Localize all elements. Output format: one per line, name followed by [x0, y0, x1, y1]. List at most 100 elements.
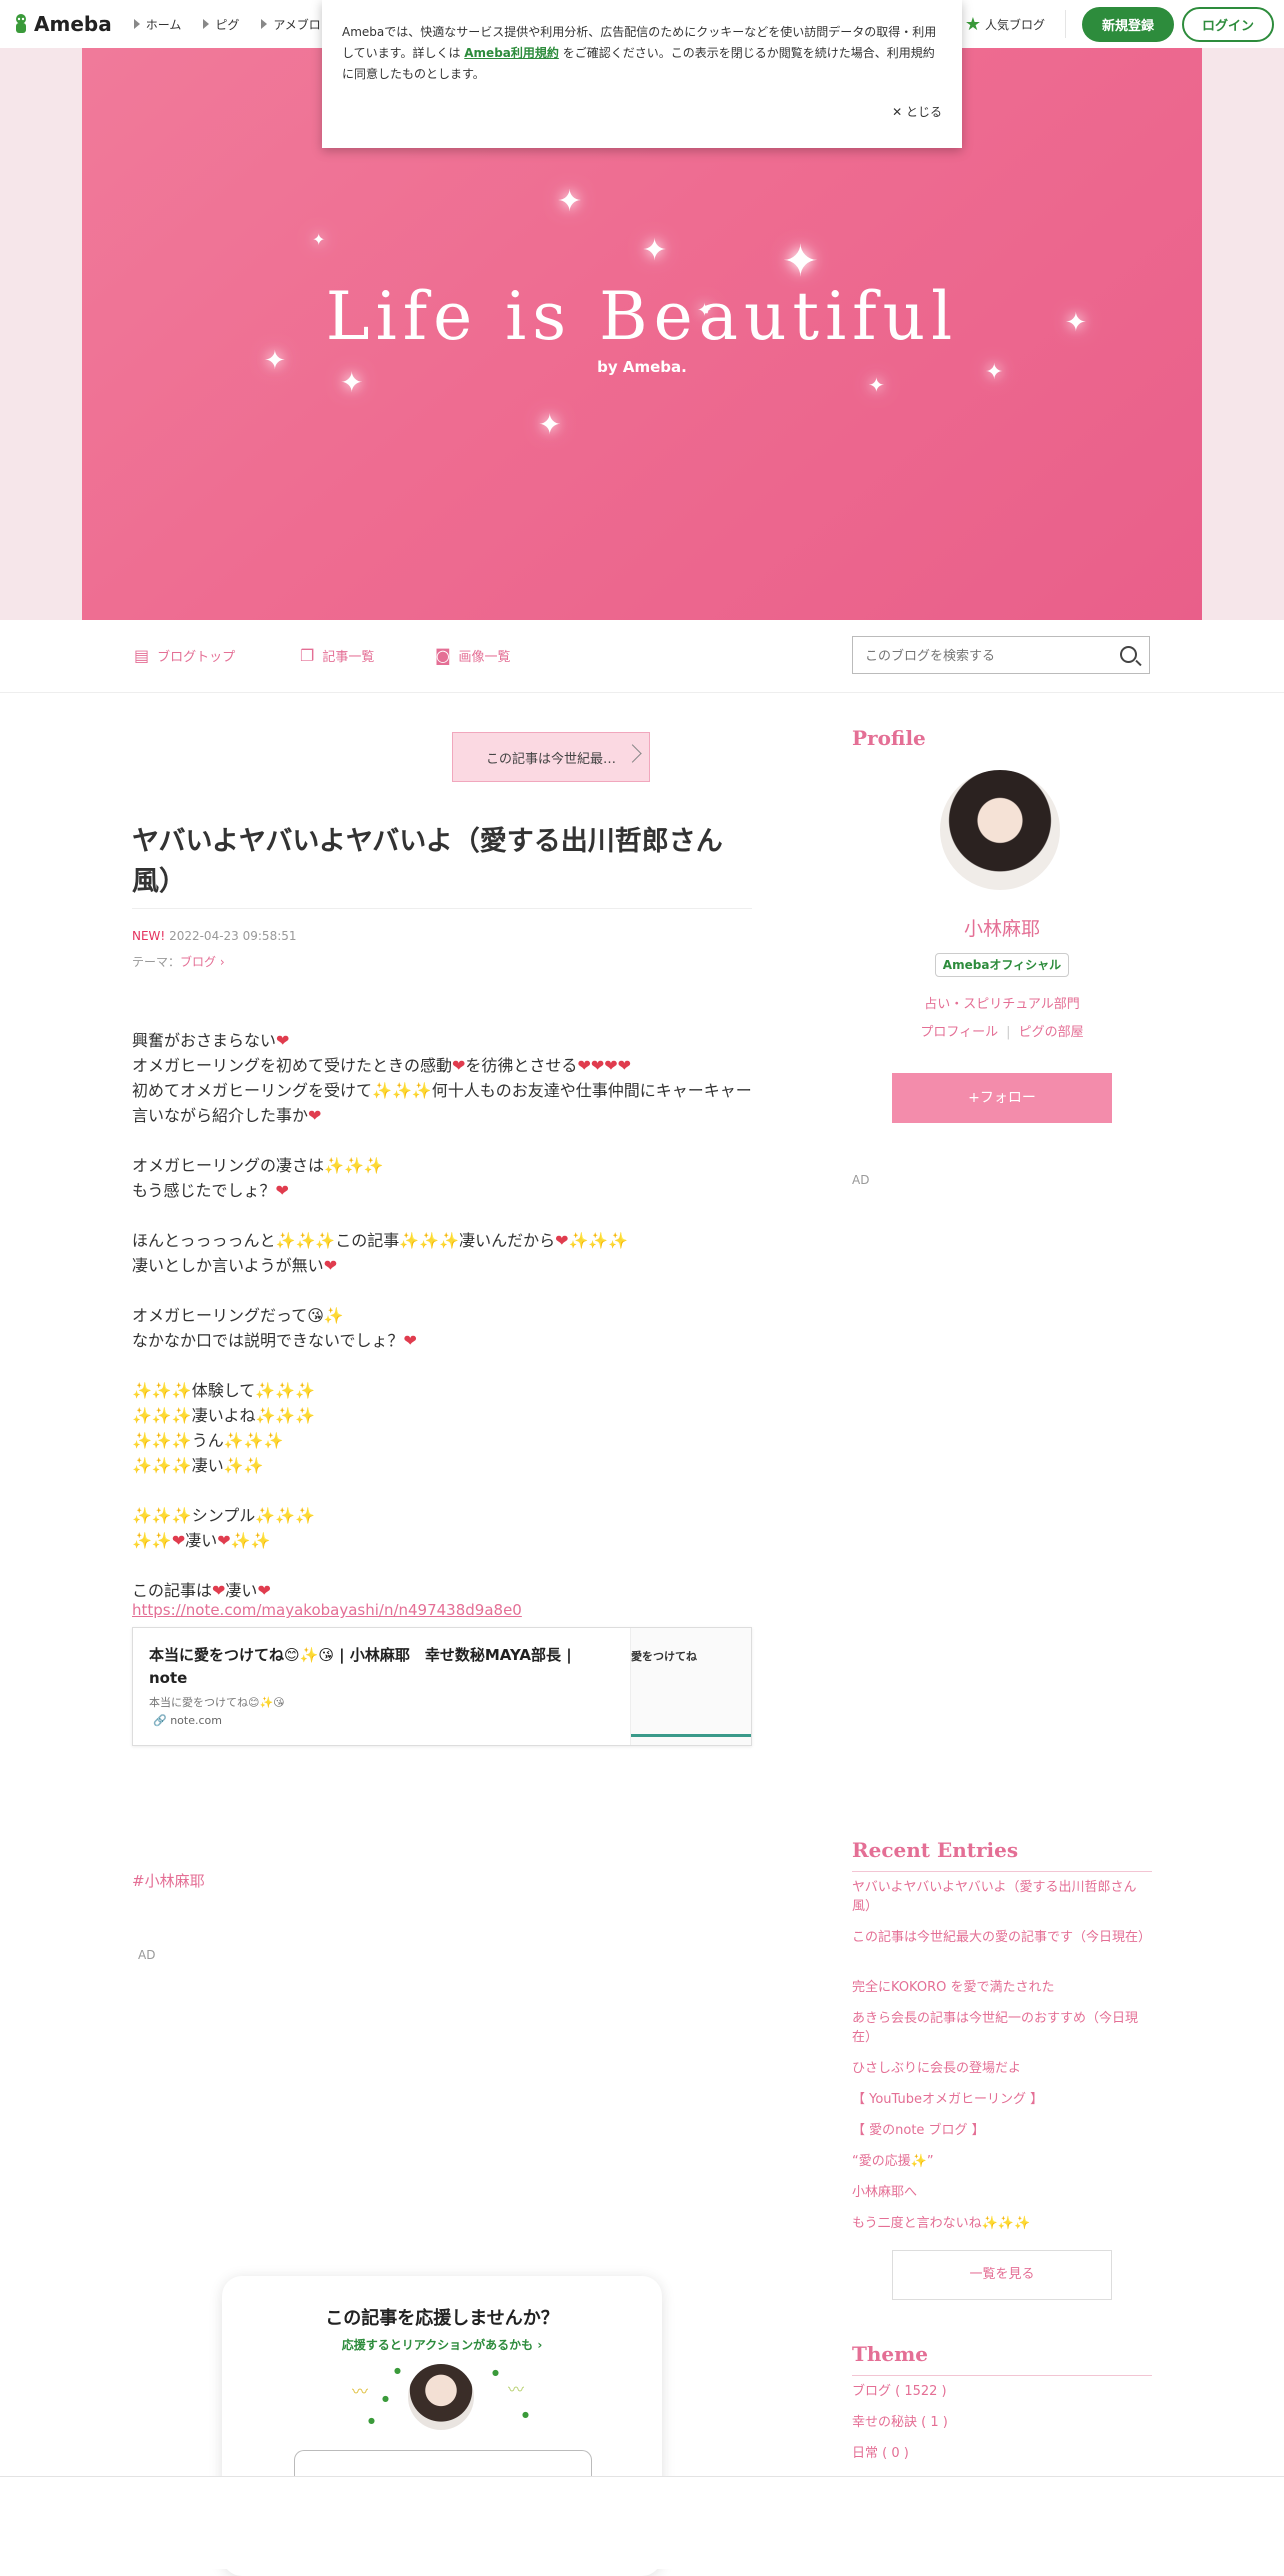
theme-link[interactable]: 日常 ( 0 ) [852, 2444, 1152, 2463]
profile-link[interactable]: プロフィール [920, 1025, 998, 1040]
body-line: 言いながら紹介した事か❤ [132, 1106, 322, 1125]
recent-entry-link[interactable]: 【 愛のnote ブログ 】 [852, 2121, 1152, 2140]
search-input[interactable] [863, 637, 1107, 675]
ameba-mascot-icon [16, 14, 26, 33]
ad-label: AD [852, 1173, 870, 1187]
image-list-link[interactable]: ◙ 画像一覧 [435, 646, 511, 665]
card-description: 本当に愛をつけてね😊✨😘 [149, 1696, 285, 1709]
nav-pigg[interactable]: ピグ [203, 16, 239, 33]
body-line: ✨✨❤凄い❤✨✨ [132, 1531, 271, 1550]
ameba-logo[interactable]: Ameba [12, 12, 112, 36]
confetti-icon: ● [368, 2416, 375, 2425]
link-icon: 🔗 [153, 1714, 167, 1727]
confetti-icon: ● [394, 2366, 401, 2375]
chevron-right-icon [261, 19, 268, 29]
divider [631, 1734, 751, 1737]
body-line: オメガヒーリングだって😘✨ [132, 1306, 344, 1325]
blog-top-link[interactable]: ▤ ブログトップ [134, 646, 235, 665]
blog-search [852, 636, 1150, 675]
popular-blog-link[interactable]: ★ 人気ブログ [965, 14, 1045, 35]
cookie-text: Amebaでは、快適なサービス提供や利用分析、広告配信のためにクッキーなどを使い… [342, 22, 938, 85]
recent-entry-link[interactable]: あきら会長の記事は今世紀一のおすすめ（今日現在） [852, 2009, 1152, 2047]
star-icon: ★ [964, 13, 981, 35]
cookie-banner: Amebaでは、快適なサービス提供や利用分析、広告配信のためにクッキーなどを使い… [322, 0, 962, 148]
body-line: ✨✨✨凄い✨✨ [132, 1456, 264, 1475]
recent-entry-link[interactable]: ヤバいよヤバいよヤバいよ（愛する出川哲郎さん風） [852, 1878, 1152, 1916]
recent-entry-link[interactable]: この記事は今世紀最大の愛の記事です（今日現在） [852, 1928, 1152, 1947]
body-line: 凄いとしか言いようが無い❤ [132, 1256, 338, 1275]
divider: | [1006, 1025, 1011, 1040]
theme-heading: Theme [852, 2342, 929, 2366]
body-line: オメガヒーリングの凄さは✨✨✨ [132, 1156, 384, 1175]
search-icon[interactable] [1120, 646, 1137, 663]
profile-links: プロフィール | ピグの部屋 [852, 1021, 1152, 1040]
recent-entry-link[interactable]: 完全にKOKORO を愛で満たされた [852, 1978, 1152, 1997]
new-badge: NEW! [132, 929, 166, 943]
card-thumb-text: 愛をつけてね [631, 1650, 697, 1663]
body-line: この記事は❤凄い❤ [132, 1581, 271, 1600]
support-heading: この記事を応援しませんか？ [325, 2308, 559, 2329]
theme-link[interactable]: ブログ [180, 955, 216, 969]
link-card[interactable]: 本当に愛をつけてね😊✨😘 | 小林麻耶 幸せ数秘MAYA部長 | note 本当… [132, 1627, 752, 1746]
cookie-close-label: とじる [905, 105, 942, 119]
bottom-bar [0, 2476, 1284, 2569]
blog-top-label: ブログトップ [157, 650, 236, 665]
image-list-label: 画像一覧 [458, 650, 511, 665]
confetti-icon: ● [522, 2410, 529, 2419]
camera-icon: ◙ [435, 646, 451, 665]
body-line: ✨✨✨体験して✨✨✨ [132, 1381, 316, 1400]
login-button[interactable]: ログイン [1181, 6, 1274, 42]
register-button[interactable]: 新規登録 [1081, 6, 1174, 42]
theme-link[interactable]: ブログ ( 1522 ) [852, 2382, 1152, 2401]
sparkle-icon: ✦ [642, 233, 668, 268]
sparkle-icon: ✦ [557, 184, 583, 219]
theme-link[interactable]: 幸せの秘訣 ( 1 ) [852, 2413, 1152, 2432]
article-body: 興奮がおさまらない❤ オメガヒーリングを初めて受けたときの感動❤を彷彿とさせる❤… [132, 1028, 760, 1603]
avatar [408, 2364, 474, 2430]
body-line: 興奮がおさまらない❤ [132, 1031, 290, 1050]
support-sub-link[interactable]: 応援するとリアクションがあるかも › [222, 2336, 662, 2353]
body-line: なかなか口では説明できないでしょ？❤ [132, 1331, 417, 1350]
card-site-label: note.com [170, 1714, 222, 1727]
chevron-right-icon [133, 19, 140, 29]
article-theme: テーマ：ブログ › [132, 953, 225, 970]
divider [1064, 10, 1066, 38]
article-meta: NEW! 2022-04-23 09:58:51 [132, 929, 297, 943]
entry-list-link[interactable]: ❐ 記事一覧 [300, 646, 374, 665]
terms-link[interactable]: Ameba利用規約 [464, 46, 559, 60]
next-article-button[interactable]: この記事は今世紀最… [452, 732, 650, 782]
recent-entry-link[interactable]: 【 YouTubeオメガヒーリング 】 [852, 2090, 1152, 2109]
entry-list-label: 記事一覧 [322, 650, 375, 665]
nav-home[interactable]: ホーム [133, 16, 182, 33]
hashtag-link[interactable]: #小林麻耶 [132, 1870, 205, 1891]
recent-entry-link[interactable]: もう二度と言わないね✨✨✨ [852, 2214, 1152, 2233]
blog-title: Life is Beautiful [325, 278, 959, 355]
next-article-label: この記事は今世紀最… [485, 751, 616, 767]
follow-button[interactable]: +フォロー [892, 1073, 1112, 1123]
official-badge: Amebaオフィシャル [935, 953, 1069, 977]
popular-blog-label: 人気ブログ [984, 17, 1045, 32]
profile-name[interactable]: 小林麻耶 [852, 914, 1152, 941]
body-line: もう感じたでしょ？❤ [132, 1181, 289, 1200]
cookie-close-button[interactable]: ✕ とじる [892, 103, 942, 120]
nav-home-label: ホーム [145, 17, 182, 32]
body-line: オメガヒーリングを初めて受けたときの感動❤を彷彿とさせる❤❤❤❤ [132, 1056, 632, 1075]
profile-category[interactable]: 占い・スピリチュアル部門 [852, 993, 1152, 1012]
logo-text: Ameba [34, 12, 112, 36]
sparkle-icon: ✦ [538, 408, 562, 441]
copy-icon: ❐ [300, 646, 315, 665]
see-all-button[interactable]: 一覧を見る [892, 2250, 1112, 2300]
note-link[interactable]: https://note.com/mayakobayashi/n/n497438… [132, 1601, 522, 1619]
profile-avatar[interactable] [940, 770, 1060, 890]
nav-ameblo[interactable]: アメブロ [261, 16, 321, 33]
divider [132, 908, 752, 909]
recent-entry-link[interactable]: 小林麻耶へ [852, 2183, 1152, 2202]
body-line: ✨✨✨凄いよね✨✨✨ [132, 1406, 316, 1425]
confetti-icon: ● [382, 2394, 389, 2403]
nav-ameblo-label: アメブロ [273, 17, 321, 32]
recent-entry-link[interactable]: ひさしぶりに会長の登場だよ [852, 2059, 1152, 2078]
recent-entry-link[interactable]: “愛の応援✨” [852, 2152, 1152, 2171]
recent-entries-heading: Recent Entries [852, 1838, 1019, 1862]
confetti-icon: 〰 [508, 2380, 525, 2399]
pigg-room-link[interactable]: ピグの部屋 [1019, 1025, 1084, 1040]
